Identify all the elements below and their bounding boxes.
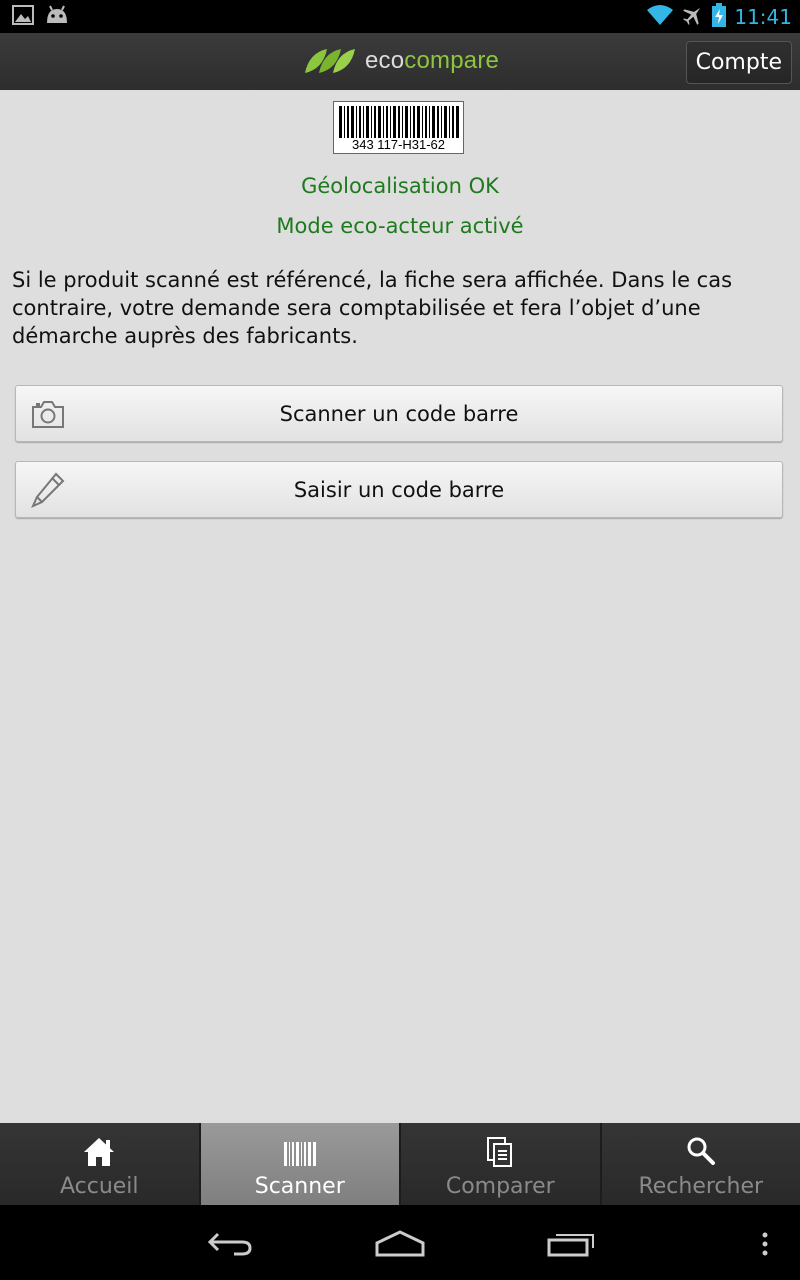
tab-label: Comparer <box>445 1174 555 1199</box>
logo-text: ecocompare <box>365 47 500 74</box>
bottom-tab-bar: Accueil Scanner Comparer Rechercher <box>0 1123 800 1205</box>
image-icon <box>12 5 34 29</box>
geolocation-status: Géolocalisation OK <box>301 174 499 198</box>
tab-label: Accueil <box>59 1174 139 1199</box>
info-text: Si le produit scanné est référencé, la f… <box>12 268 733 348</box>
back-icon[interactable] <box>206 1230 254 1260</box>
scan-barcode-button[interactable]: Scanner un code barre <box>15 385 783 442</box>
tab-scanner[interactable]: Scanner <box>200 1123 401 1205</box>
barcode-icon <box>283 1136 317 1172</box>
leaf-logo-icon <box>305 49 355 73</box>
tab-comparer[interactable]: Comparer <box>401 1123 602 1205</box>
recent-apps-icon[interactable] <box>546 1230 598 1262</box>
documents-icon <box>486 1136 514 1172</box>
enter-barcode-label: Saisir un code barre <box>293 477 505 502</box>
airplane-icon <box>682 4 704 30</box>
eco-mode-status: Mode eco-acteur activé <box>276 214 524 238</box>
overflow-menu-icon[interactable] <box>760 1232 770 1262</box>
enter-barcode-button[interactable]: Saisir un code barre <box>15 461 783 518</box>
status-time: 11:41 <box>734 5 792 29</box>
action-bar: ecocompare Compte <box>0 33 800 90</box>
wifi-icon <box>646 4 674 30</box>
tab-label: Scanner <box>254 1174 345 1199</box>
system-nav-bar <box>0 1205 800 1280</box>
app-logo: ecocompare <box>303 44 499 78</box>
account-button[interactable]: Compte <box>685 41 792 84</box>
status-bar: 11:41 <box>0 0 800 33</box>
home-icon <box>82 1136 116 1172</box>
barcode-number: 343 117-H31-62 <box>352 137 445 152</box>
tab-rechercher[interactable]: Rechercher <box>601 1123 800 1205</box>
search-icon <box>686 1136 716 1170</box>
scanner-content: 343 117-H31-62 Géolocalisation OK Mode e… <box>0 90 800 1123</box>
barcode-image: 343 117-H31-62 <box>333 101 464 154</box>
tab-label: Rechercher <box>638 1174 764 1199</box>
home-button-icon[interactable] <box>374 1230 426 1262</box>
tab-accueil[interactable]: Accueil <box>0 1123 201 1205</box>
android-icon <box>44 5 70 29</box>
scan-barcode-label: Scanner un code barre <box>279 401 519 426</box>
battery-charging-icon <box>712 3 727 31</box>
